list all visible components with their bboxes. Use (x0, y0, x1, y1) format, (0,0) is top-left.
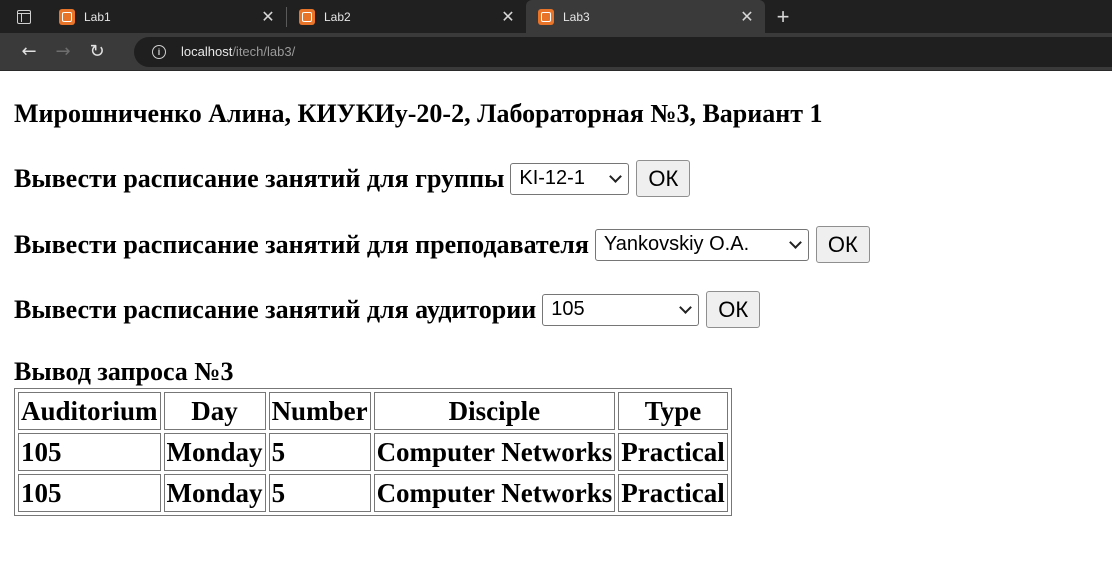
auditorium-schedule-form: Вывести расписание занятий для аудитории… (14, 291, 761, 328)
group-schedule-form: Вывести расписание занятий для группы KI… (14, 160, 691, 197)
tab-lab3-active[interactable]: Lab3 ✕ (526, 0, 765, 33)
table-cell: 5 (268, 433, 371, 471)
teacher-select[interactable]: Yankovskiy O.A. (594, 228, 809, 261)
table-cell: Computer Networks (373, 474, 616, 512)
page-title: Мирошниченко Алина, КИУКИу-20-2, Лаборат… (14, 99, 823, 128)
tab-title: Lab2 (324, 9, 351, 24)
group-form-label: Вывести расписание занятий для группы (14, 163, 505, 193)
chevron-down-icon (679, 300, 693, 314)
table-cell: 5 (268, 474, 371, 512)
table-cell: Practical (618, 474, 728, 512)
result-table: Auditorium Day Number Disciple Type 105 … (14, 388, 732, 516)
tab-lab1[interactable]: Lab1 ✕ (47, 0, 286, 33)
table-cell: 105 (18, 474, 161, 512)
tab-title: Lab3 (563, 9, 590, 24)
column-header: Auditorium (18, 392, 161, 430)
teacher-schedule-form: Вывести расписание занятий для преподава… (14, 226, 870, 263)
tab-actions-button[interactable] (0, 0, 47, 33)
tab-actions-icon (16, 9, 31, 24)
close-icon[interactable]: ✕ (496, 5, 520, 29)
close-icon[interactable]: ✕ (735, 5, 759, 29)
column-header: Day (163, 392, 266, 430)
teacher-form-label: Вывести расписание занятий для преподава… (14, 229, 589, 259)
auditorium-ok-button[interactable]: ОК (706, 291, 761, 328)
group-select-value: KI-12-1 (519, 167, 585, 189)
forward-arrow-icon[interactable]: → (46, 37, 80, 67)
chevron-down-icon (789, 235, 802, 249)
teacher-select-value: Yankovskiy O.A. (603, 233, 750, 255)
auditorium-select[interactable]: 105 (542, 293, 700, 326)
table-cell: Practical (618, 433, 728, 471)
url-host: localhost (181, 44, 233, 59)
info-icon[interactable]: i (152, 44, 166, 59)
xampp-favicon-icon (299, 8, 315, 25)
group-ok-button[interactable]: ОК (636, 160, 691, 197)
close-icon[interactable]: ✕ (256, 5, 280, 29)
reload-icon[interactable]: ↻ (80, 37, 114, 67)
browser-tab-bar: Lab1 ✕ Lab2 ✕ Lab3 ✕ + (0, 0, 1112, 33)
tab-title: Lab1 (84, 9, 111, 24)
teacher-ok-button[interactable]: ОК (815, 226, 870, 263)
xampp-favicon-icon (59, 8, 75, 25)
back-arrow-icon[interactable]: ← (12, 37, 46, 67)
result-heading: Вывод запроса №3 (14, 357, 234, 386)
auditorium-form-label: Вывести расписание занятий для аудитории (14, 294, 537, 324)
table-header-row: Auditorium Day Number Disciple Type (18, 392, 728, 430)
url-text: localhost/itech/lab3/ (181, 44, 295, 59)
auditorium-select-value: 105 (551, 298, 585, 320)
table-row: 105 Monday 5 Computer Networks Practical (18, 474, 728, 512)
plus-icon[interactable]: + (765, 0, 801, 33)
table-row: 105 Monday 5 Computer Networks Practical (18, 433, 728, 471)
group-select[interactable]: KI-12-1 (510, 162, 630, 195)
table-cell: Computer Networks (373, 433, 616, 471)
table-cell: Monday (163, 433, 266, 471)
table-cell: 105 (18, 433, 161, 471)
table-cell: Monday (163, 474, 266, 512)
chevron-down-icon (609, 169, 623, 183)
column-header: Number (268, 392, 371, 430)
browser-nav-bar: ← → ↻ i localhost/itech/lab3/ (0, 33, 1112, 71)
url-path: /itech/lab3/ (232, 44, 296, 59)
tab-lab2[interactable]: Lab2 ✕ (287, 0, 526, 33)
column-header: Type (618, 392, 728, 430)
address-bar[interactable]: i localhost/itech/lab3/ (134, 36, 1112, 67)
xampp-favicon-icon (538, 8, 554, 25)
column-header: Disciple (373, 392, 616, 430)
